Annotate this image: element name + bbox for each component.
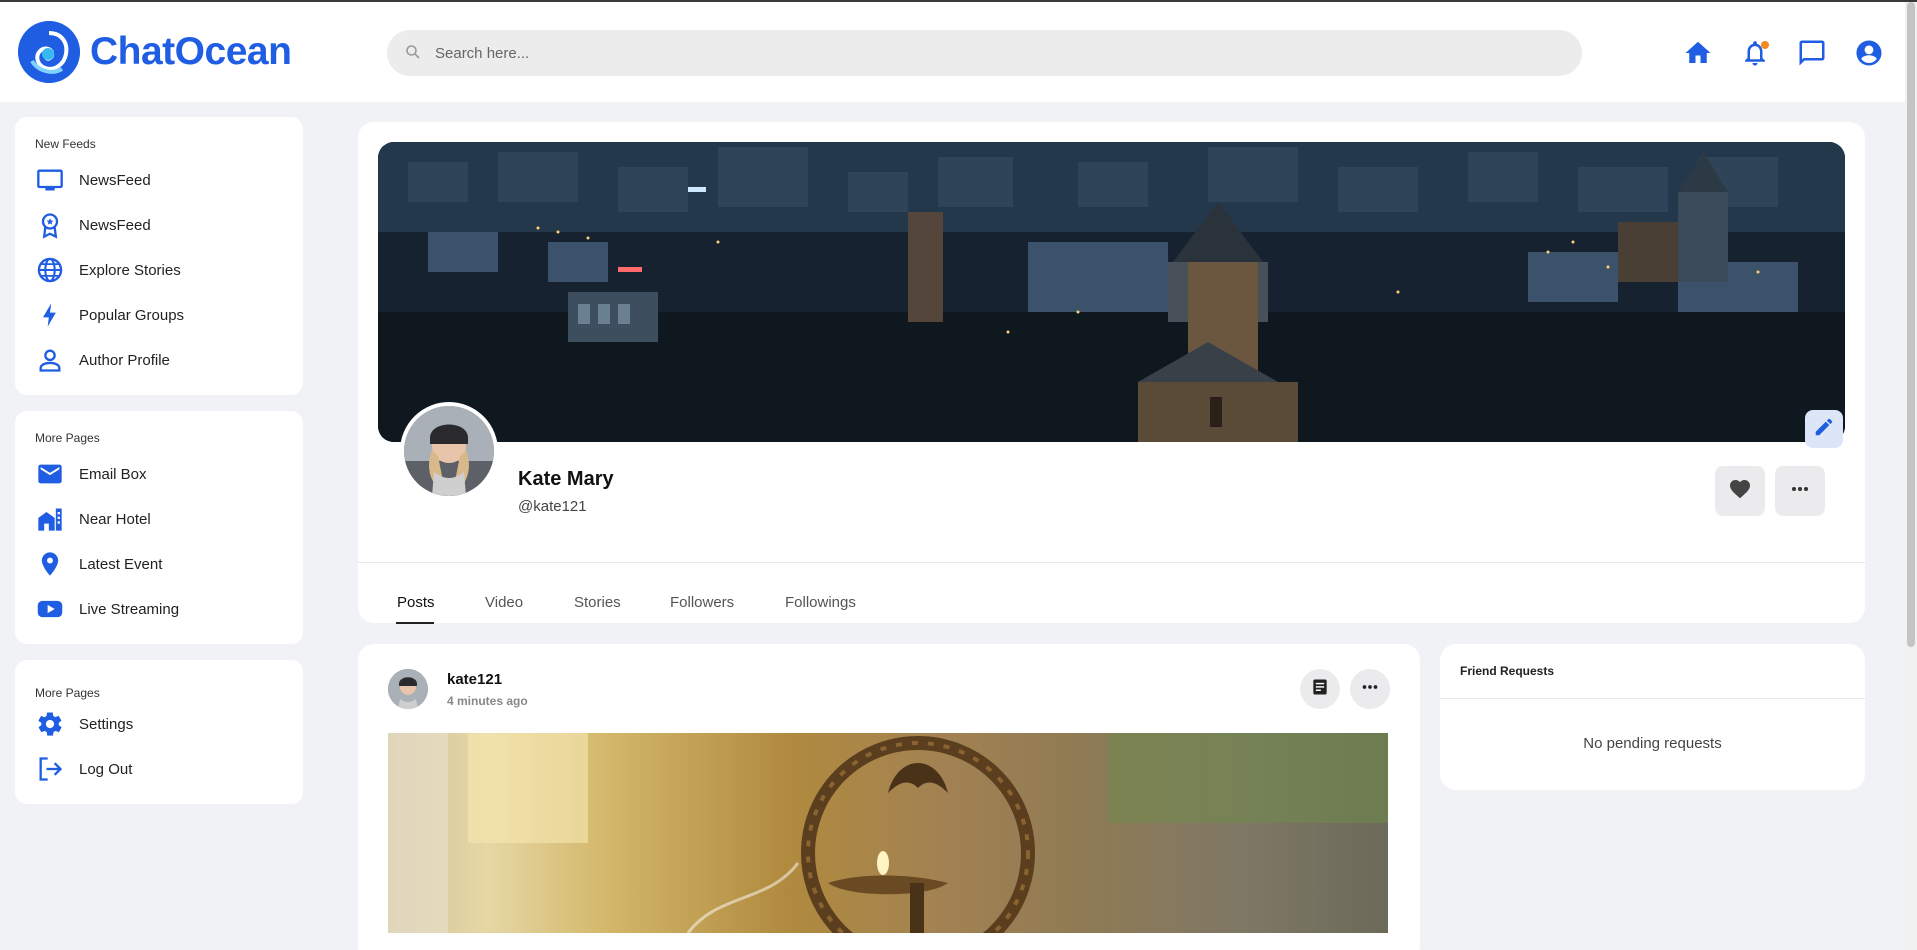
page-scrollbar[interactable] [1905, 2, 1917, 950]
friend-requests-divider [1440, 698, 1865, 699]
sidebar-item-label: Popular Groups [79, 306, 185, 324]
sidebar-item-email-box[interactable]: Email Box [35, 458, 285, 490]
friend-requests-card: Friend Requests No pending requests [1440, 644, 1865, 790]
sidebar-item-settings[interactable]: Settings [35, 708, 285, 740]
sidebar-card-feeds: New Feeds NewsFeed NewsFeed Explore Stor… [15, 117, 303, 395]
profile-name: Kate Mary [518, 468, 614, 490]
post-username[interactable]: kate121 [447, 671, 502, 688]
sidebar-item-newsfeed-2[interactable]: NewsFeed [35, 209, 285, 241]
tab-followers[interactable]: Followers [670, 594, 734, 611]
lightning-icon [35, 300, 65, 330]
logout-icon [35, 754, 65, 784]
user-icon [35, 345, 65, 375]
post-author-avatar[interactable] [388, 669, 428, 709]
home-icon[interactable] [1683, 38, 1713, 68]
active-tab-indicator [396, 622, 434, 624]
sidebar-item-near-hotel[interactable]: Near Hotel [35, 503, 285, 535]
bell-icon[interactable] [1740, 38, 1770, 68]
sidebar-card-more-pages: More Pages Email Box Near Hotel Latest E… [15, 411, 303, 644]
sidebar-item-popular-groups[interactable]: Popular Groups [35, 299, 285, 331]
profile-avatar[interactable] [400, 402, 498, 500]
profile-handle: @kate121 [518, 498, 587, 515]
tab-video[interactable]: Video [485, 594, 523, 611]
tab-posts[interactable]: Posts [397, 594, 435, 611]
like-button[interactable] [1715, 466, 1765, 516]
sidebar-item-label: NewsFeed [79, 171, 151, 189]
tabs-divider [358, 562, 1865, 563]
more-horizontal-icon [1788, 477, 1812, 506]
search-bar[interactable] [387, 30, 1582, 76]
search-input[interactable] [435, 30, 1535, 76]
more-horizontal-icon [1359, 676, 1381, 703]
post-timestamp: 4 minutes ago [447, 694, 528, 708]
sidebar-item-explore-stories[interactable]: Explore Stories [35, 254, 285, 286]
post-card: kate121 4 minutes ago [358, 644, 1420, 950]
sidebar-item-label: Explore Stories [79, 261, 181, 279]
search-icon [405, 44, 421, 65]
mail-icon [35, 459, 65, 489]
gear-icon [35, 709, 65, 739]
top-header: ChatOcean [0, 2, 1905, 102]
heart-icon [1728, 477, 1752, 506]
post-details-button[interactable] [1300, 669, 1340, 709]
chat-icon[interactable] [1797, 38, 1827, 68]
sidebar-item-newsfeed[interactable]: NewsFeed [35, 164, 285, 196]
post-image[interactable] [388, 733, 1388, 933]
sidebar-item-label: Near Hotel [79, 510, 151, 528]
profile-card: Kate Mary @kate121 Posts Video Stories F… [358, 122, 1865, 624]
notification-dot [1761, 41, 1769, 49]
sidebar-group-title: More Pages [35, 686, 100, 700]
sidebar-item-log-out[interactable]: Log Out [35, 753, 285, 785]
hotel-icon [35, 504, 65, 534]
badge-icon [35, 210, 65, 240]
sidebar-item-label: Settings [79, 715, 134, 733]
friend-requests-empty-text: No pending requests [1583, 735, 1722, 752]
tab-followings[interactable]: Followings [785, 594, 856, 611]
scrollbar-thumb[interactable] [1907, 2, 1915, 647]
account-icon[interactable] [1854, 38, 1884, 68]
sidebar-item-author-profile[interactable]: Author Profile [35, 344, 285, 376]
more-options-button[interactable] [1775, 466, 1825, 516]
sidebar-group-title: New Feeds [35, 137, 96, 151]
cover-photo [378, 142, 1845, 442]
document-icon [1310, 677, 1330, 702]
friend-requests-title: Friend Requests [1460, 664, 1555, 678]
post-more-button[interactable] [1350, 669, 1390, 709]
sidebar-card-account: More Pages Settings Log Out [15, 660, 303, 804]
app-name: ChatOcean [90, 30, 292, 73]
globe-icon [35, 255, 65, 285]
sidebar-item-label: Author Profile [79, 351, 170, 369]
sidebar-item-latest-event[interactable]: Latest Event [35, 548, 285, 580]
sidebar-item-label: Live Streaming [79, 600, 180, 618]
location-pin-icon [35, 549, 65, 579]
youtube-icon [35, 594, 65, 624]
edit-cover-button[interactable] [1805, 410, 1843, 448]
wave-logo-icon [18, 21, 80, 83]
tab-stories[interactable]: Stories [574, 594, 621, 611]
sidebar-item-label: Email Box [79, 465, 147, 483]
sidebar-group-title: More Pages [35, 431, 100, 445]
monitor-icon [35, 165, 65, 195]
pencil-icon [1813, 416, 1835, 443]
sidebar-item-live-streaming[interactable]: Live Streaming [35, 593, 285, 625]
sidebar-item-label: Latest Event [79, 555, 163, 573]
sidebar-item-label: Log Out [79, 760, 133, 778]
sidebar-item-label: NewsFeed [79, 216, 151, 234]
logo[interactable]: ChatOcean [18, 21, 292, 83]
